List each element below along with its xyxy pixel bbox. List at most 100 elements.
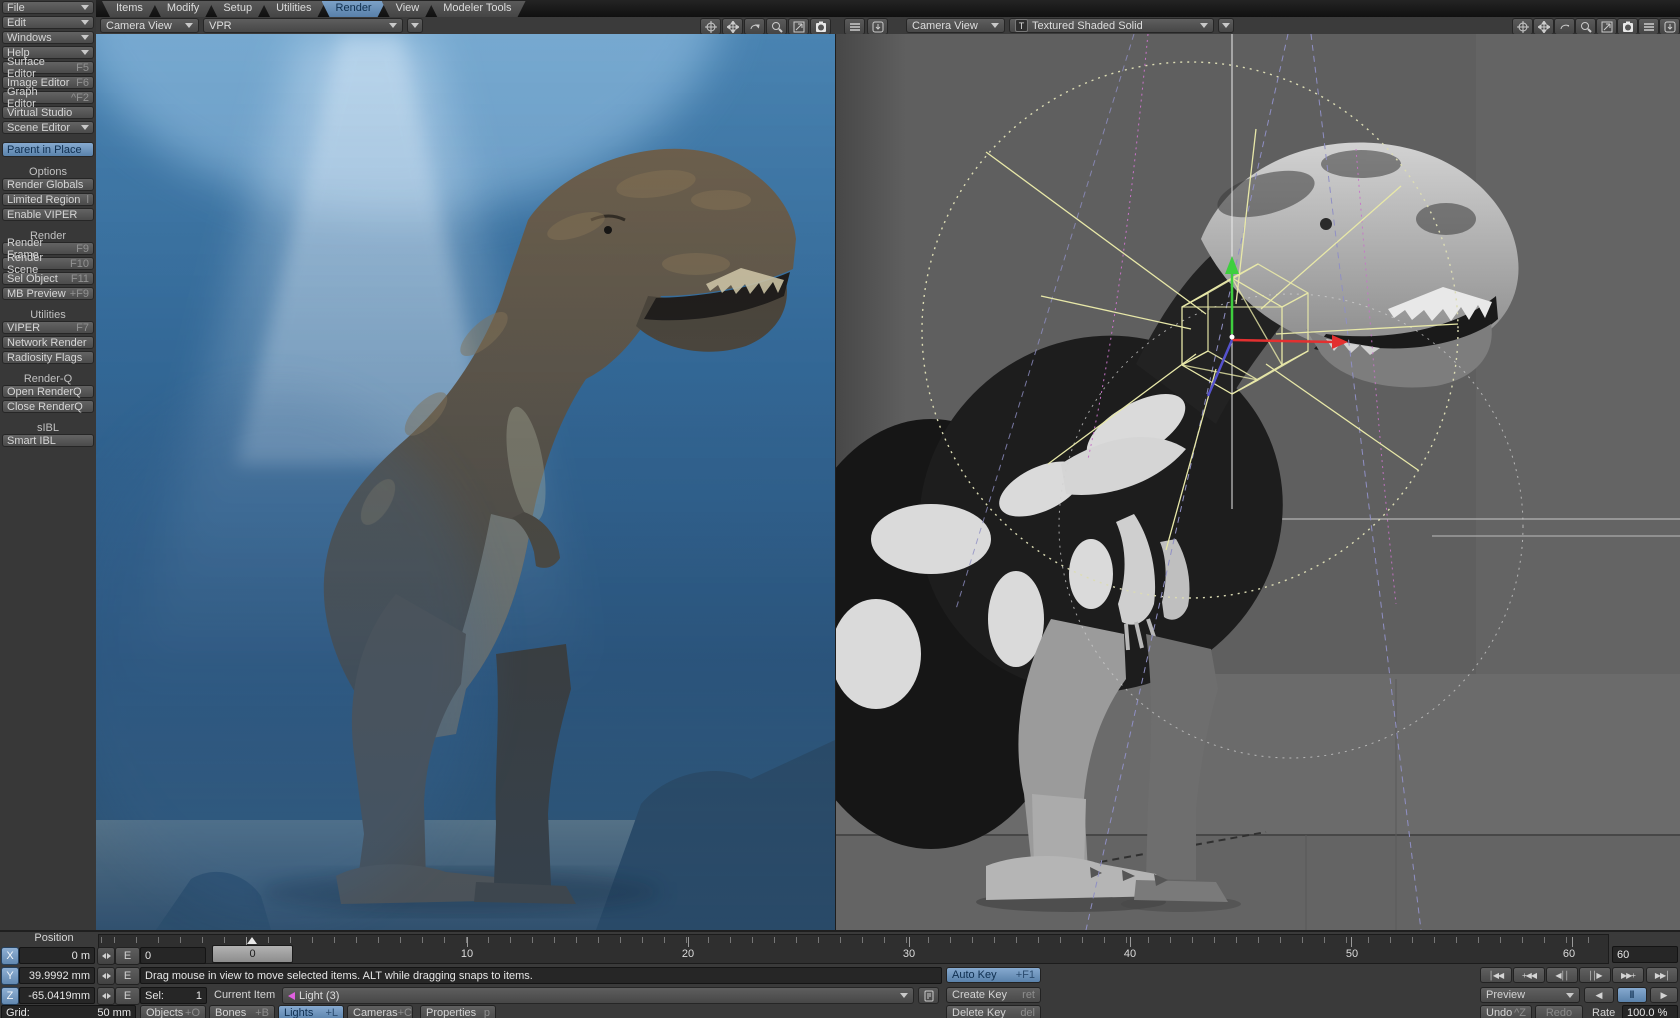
viewport-render-icon[interactable] [1617, 18, 1638, 35]
y-axis-button[interactable]: Y [1, 967, 19, 985]
viper-button[interactable]: VIPERF7 [2, 321, 94, 334]
z-nudge-button[interactable] [97, 987, 115, 1005]
render-scene-button[interactable]: Render SceneF10 [2, 257, 94, 270]
auto-key-button[interactable]: Auto Key+F1 [946, 967, 1041, 983]
position-panel-title[interactable]: Position [14, 930, 94, 946]
left-render-mode-dropdown[interactable]: VPR [203, 18, 403, 33]
delete-key-button[interactable]: Delete Keydel [946, 1005, 1041, 1018]
create-key-button[interactable]: Create Keyret [946, 987, 1041, 1003]
redo-button[interactable]: Redo [1535, 1005, 1583, 1018]
play-button[interactable]: ▶ [1650, 987, 1678, 1003]
bones-mode-button[interactable]: Bones+B [209, 1005, 275, 1018]
rotate-view-icon[interactable] [1554, 18, 1575, 35]
vpr-underwater-trex-scene [96, 34, 835, 930]
menu-edit[interactable]: Edit [2, 16, 94, 29]
menu-file[interactable]: File [2, 1, 94, 14]
render-globals-button[interactable]: Render Globals [2, 178, 94, 191]
pan-view-icon[interactable] [700, 18, 721, 35]
rotate-view-icon[interactable] [744, 18, 765, 35]
maximize-viewport-icon[interactable] [788, 18, 809, 35]
scene-editor-button[interactable]: Scene Editor [2, 121, 94, 134]
save-view-icon[interactable] [867, 18, 888, 35]
enable-viper-button[interactable]: Enable VIPER [2, 208, 94, 221]
sel-object-button[interactable]: Sel ObjectF11 [2, 272, 94, 285]
z-envelope-button[interactable]: E [115, 987, 140, 1005]
maximize-viewport-icon[interactable] [1596, 18, 1617, 35]
textured-mode-icon: T [1015, 19, 1028, 32]
move-view-icon[interactable] [722, 18, 743, 35]
current-item-dropdown[interactable]: Light (3) [282, 987, 914, 1004]
menu-windows[interactable]: Windows [2, 31, 94, 44]
timeline-label: 20 [674, 948, 702, 960]
smart-ibl-button[interactable]: Smart IBL [2, 434, 94, 447]
y-envelope-button[interactable]: E [115, 967, 140, 985]
graph-editor-button[interactable]: Graph Editor^F2 [2, 91, 94, 104]
right-viewport-menu-dropdown[interactable] [1218, 18, 1234, 33]
objects-mode-button[interactable]: Objects+O [140, 1005, 206, 1018]
item-properties-icon[interactable] [918, 987, 939, 1004]
z-value-field[interactable]: -65.0419mm [19, 987, 95, 1004]
x-axis-button[interactable]: X [1, 947, 19, 965]
zoom-view-icon[interactable] [766, 18, 787, 35]
timeline-ruler[interactable]: 10 20 30 40 50 60 [98, 934, 1609, 964]
open-renderq-button[interactable]: Open RenderQ [2, 385, 94, 398]
pan-view-icon[interactable] [1512, 18, 1533, 35]
surface-editor-button[interactable]: Surface EditorF5 [2, 61, 94, 74]
y-value-field[interactable]: 39.9992 mm [19, 967, 95, 984]
right-render-mode-dropdown[interactable]: T Textured Shaded Solid [1009, 18, 1214, 33]
play-reverse-button[interactable]: ◀ [1584, 987, 1614, 1003]
viewport-list-icon[interactable] [844, 18, 865, 35]
next-key-button[interactable]: ▶▶+ [1612, 967, 1644, 983]
section-header-utilities: Utilities [2, 309, 94, 321]
x-value-field[interactable]: 0 m [19, 947, 95, 964]
prev-key-button[interactable]: +◀◀ [1513, 967, 1545, 983]
viewport-render-icon[interactable] [810, 18, 831, 35]
move-view-icon[interactable] [1533, 18, 1554, 35]
next-frame-button[interactable]: ││▶ [1579, 967, 1611, 983]
tab-view[interactable]: View [382, 1, 434, 17]
chevron-down-icon [81, 125, 89, 130]
parent-in-place-button[interactable]: Parent in Place [2, 142, 94, 157]
rate-field[interactable]: 100.0 % [1622, 1005, 1678, 1018]
timeline-scrubber[interactable]: 0 [212, 945, 293, 963]
mb-preview-button[interactable]: MB Preview+F9 [2, 287, 94, 300]
prev-frame-button[interactable]: ◀││ [1546, 967, 1578, 983]
x-envelope-button[interactable]: E [115, 947, 140, 965]
tab-modify[interactable]: Modify [153, 1, 213, 17]
x-nudge-button[interactable] [97, 947, 115, 965]
viewport-shaded-view[interactable] [836, 34, 1680, 930]
tab-render[interactable]: Render [322, 1, 386, 17]
chevron-down-icon [411, 23, 419, 28]
end-frame-field[interactable]: 60 [1612, 946, 1678, 963]
right-view-type-dropdown[interactable]: Camera View [906, 18, 1005, 33]
properties-button[interactable]: Propertiesp [420, 1005, 496, 1018]
viewport-list-icon[interactable] [1638, 18, 1659, 35]
lights-mode-button[interactable]: Lights+L [278, 1005, 344, 1018]
cameras-mode-button[interactable]: Cameras+C [347, 1005, 413, 1018]
current-frame-field[interactable]: 0 [140, 947, 206, 964]
left-viewport-menu-dropdown[interactable] [407, 18, 423, 33]
close-renderq-button[interactable]: Close RenderQ [2, 400, 94, 413]
last-frame-button[interactable]: ▶▶│ [1646, 967, 1678, 983]
tab-items[interactable]: Items [102, 1, 157, 17]
first-frame-button[interactable]: │◀◀ [1480, 967, 1512, 983]
virtual-studio-button[interactable]: Virtual Studio [2, 106, 94, 119]
tab-utilities[interactable]: Utilities [262, 1, 325, 17]
left-view-type-dropdown[interactable]: Camera View [100, 18, 199, 33]
viewport-vpr-render[interactable] [96, 34, 835, 930]
shaded-trex-light-rig-scene [836, 34, 1680, 930]
chevron-down-icon [389, 23, 397, 28]
network-render-button[interactable]: Network Render [2, 336, 94, 349]
tab-setup[interactable]: Setup [209, 1, 266, 17]
tab-modeler-tools[interactable]: Modeler Tools [429, 1, 525, 17]
pause-button[interactable]: ‖ [1617, 987, 1647, 1003]
section-header-sibl: sIBL [2, 422, 94, 434]
zoom-view-icon[interactable] [1575, 18, 1596, 35]
y-nudge-button[interactable] [97, 967, 115, 985]
z-axis-button[interactable]: Z [1, 987, 19, 1005]
undo-button[interactable]: Undo^Z [1480, 1005, 1532, 1018]
radiosity-flags-button[interactable]: Radiosity Flags [2, 351, 94, 364]
limited-region-button[interactable]: Limited Regionl [2, 193, 94, 206]
save-view-icon[interactable] [1659, 18, 1680, 35]
preview-dropdown[interactable]: Preview [1480, 987, 1580, 1003]
